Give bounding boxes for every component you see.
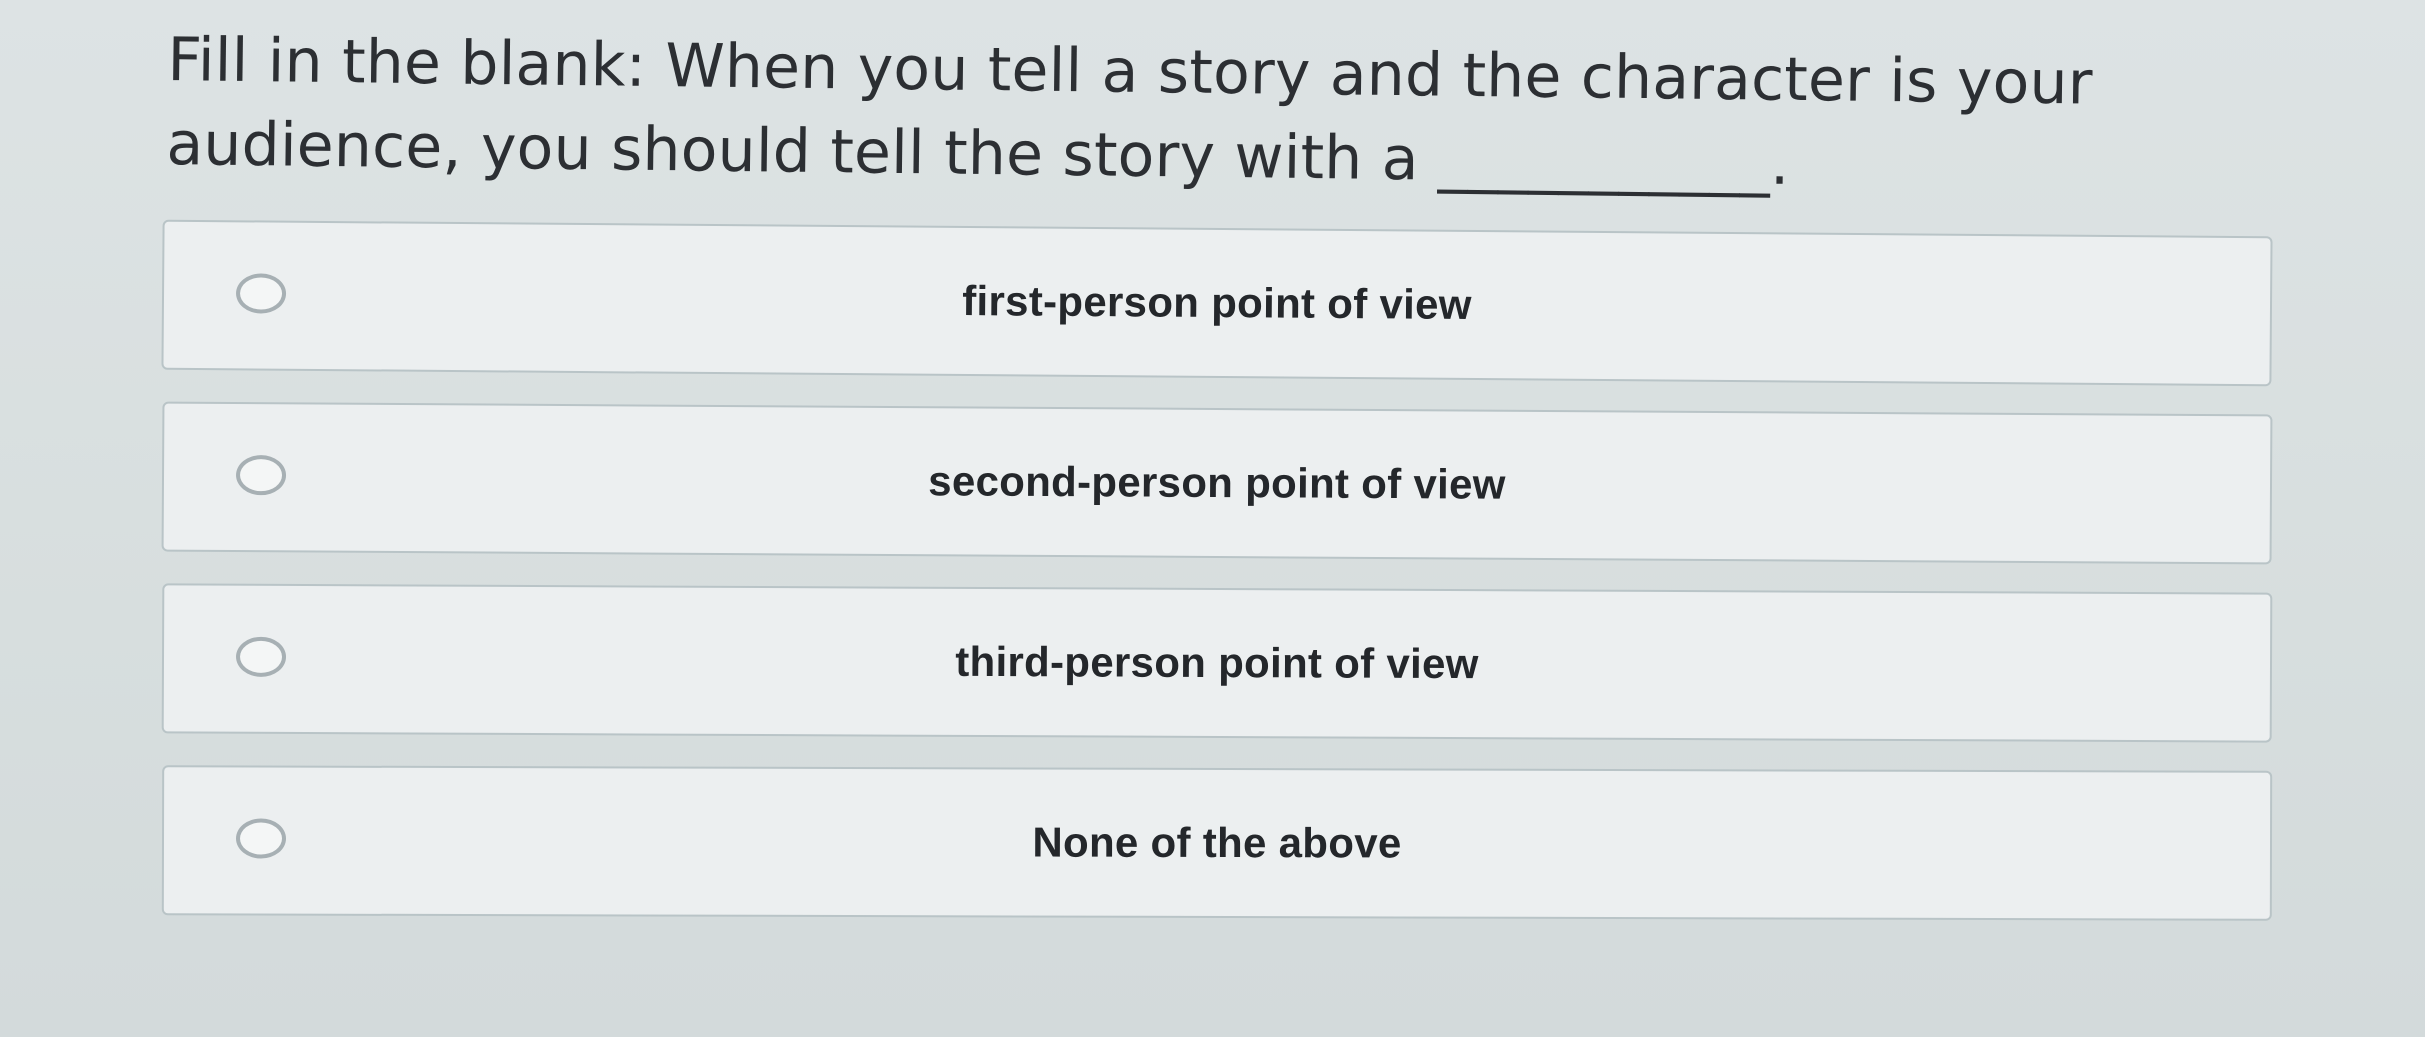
option-label: None of the above [1032, 818, 1402, 867]
quiz-page: Fill in the blank: When you tell a story… [0, 0, 2425, 1037]
question-text: Fill in the blank: When you tell a story… [166, 24, 2094, 199]
option-label: first-person point of view [962, 276, 1472, 328]
radio-button-icon[interactable] [235, 818, 287, 859]
radio-button-icon[interactable] [235, 455, 287, 496]
option-label: second-person point of view [928, 457, 1506, 508]
radio-button-icon[interactable] [235, 636, 287, 677]
option-label: third-person point of view [955, 637, 1479, 688]
option-second-person[interactable]: second-person point of view [161, 401, 2273, 565]
option-none-of-the-above[interactable]: None of the above [161, 765, 2273, 921]
option-first-person[interactable]: first-person point of view [161, 219, 2273, 387]
answer-options: first-person point of view second-person… [161, 219, 2273, 948]
option-third-person[interactable]: third-person point of view [161, 583, 2273, 743]
radio-button-icon[interactable] [235, 273, 287, 314]
